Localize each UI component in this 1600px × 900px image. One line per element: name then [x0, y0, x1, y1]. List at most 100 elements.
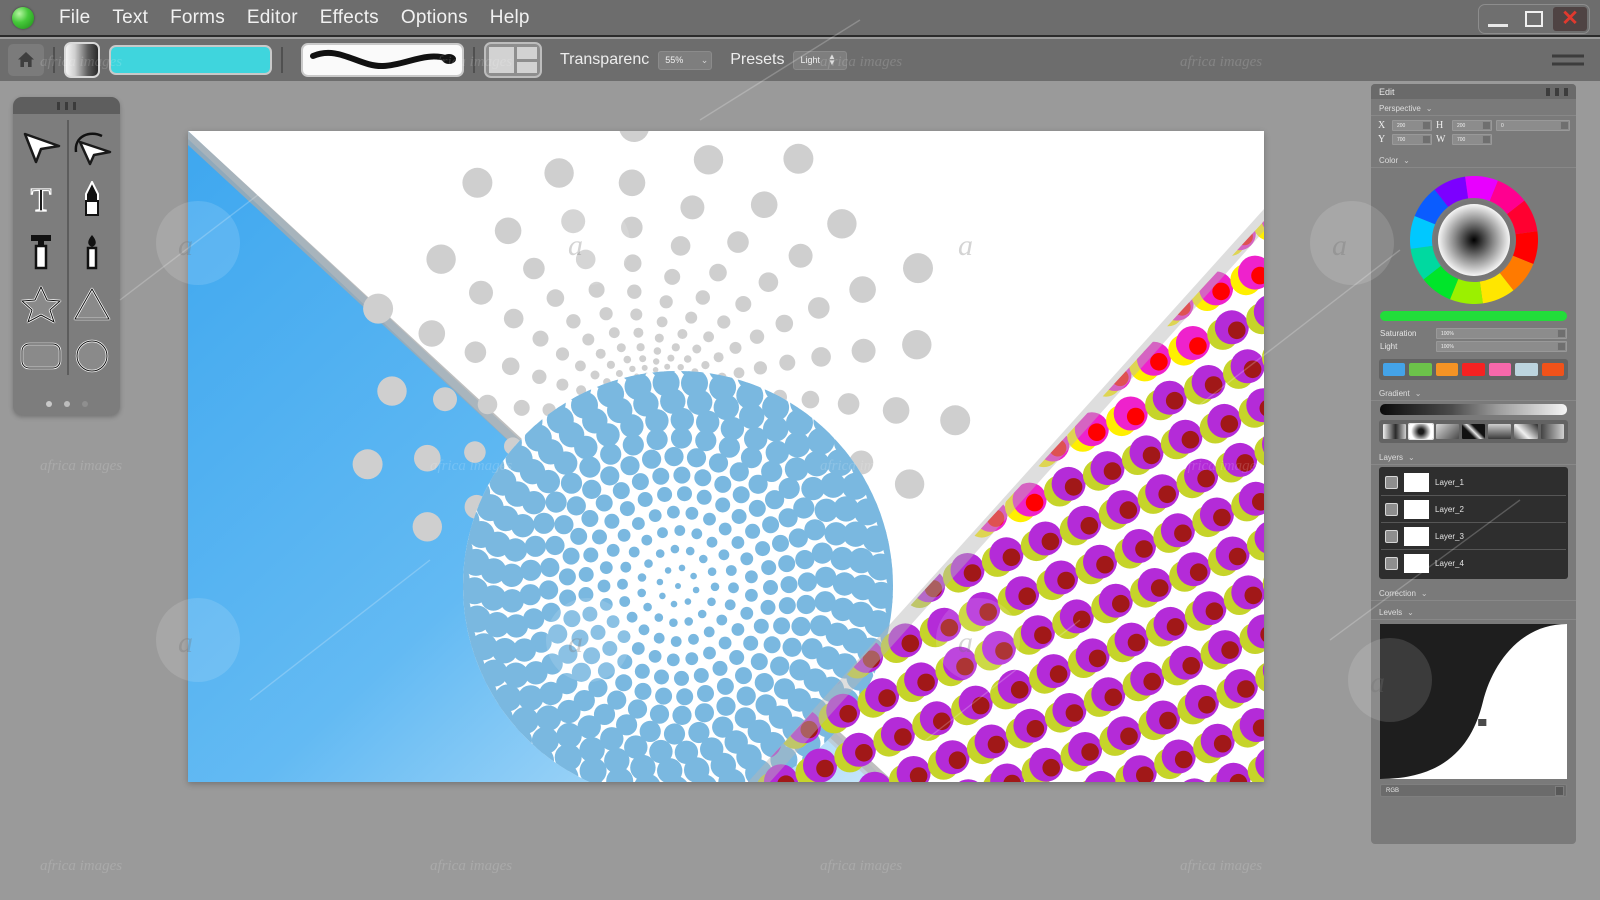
layer-row[interactable]: Layer_1	[1381, 469, 1566, 496]
gradient-presets[interactable]	[1379, 420, 1568, 443]
curve-select-tool[interactable]	[67, 122, 119, 174]
color-swatch-2[interactable]	[1435, 363, 1459, 376]
color-swatch-1[interactable]	[1409, 363, 1432, 376]
color-swatch-0[interactable]	[1383, 363, 1406, 376]
levels-curve-graph[interactable]	[1380, 624, 1567, 779]
transparency-input[interactable]: 55% ⌄	[658, 50, 713, 70]
stepper-icon[interactable]	[1557, 342, 1566, 351]
stepper-icon[interactable]	[1422, 121, 1431, 130]
menu-editor[interactable]: Editor	[236, 4, 309, 32]
section-color-label: Color	[1379, 156, 1399, 165]
minimize-button[interactable]	[1481, 7, 1515, 31]
color-swatches[interactable]	[1379, 359, 1568, 380]
home-icon[interactable]	[8, 44, 44, 76]
stepper-icon[interactable]	[1560, 121, 1569, 130]
section-gradient[interactable]: Gradient ⌄	[1371, 384, 1576, 401]
color-swatch-5[interactable]	[1515, 363, 1538, 376]
tool-palette: T	[13, 97, 120, 415]
layout-icon[interactable]	[484, 42, 542, 78]
section-perspective-label: Perspective	[1379, 104, 1421, 113]
layer-thumbnail	[1404, 526, 1429, 546]
extra-value: 0	[1501, 122, 1504, 129]
pen-tool[interactable]	[67, 174, 119, 226]
right-panel: Edit Perspective ⌄ X 200 H 200 0 Y 700 W…	[1371, 84, 1576, 844]
color-wheel[interactable]	[1371, 170, 1576, 306]
gradient-preset-2[interactable]	[1435, 424, 1459, 439]
extra-field[interactable]: 0	[1496, 120, 1570, 131]
stepper-icon[interactable]	[1482, 121, 1491, 130]
tool-grid: T	[13, 114, 120, 389]
section-levels[interactable]: Levels ⌄	[1371, 603, 1576, 620]
select-arrow-tool[interactable]	[15, 122, 67, 174]
section-layers-label: Layers	[1379, 453, 1404, 462]
gradient-preset-0[interactable]	[1383, 424, 1407, 439]
layer-name: Layer_3	[1435, 531, 1464, 541]
ellipse-tool[interactable]	[67, 330, 119, 382]
section-correction[interactable]: Correction ⌄	[1371, 584, 1576, 601]
gradient-preset-6[interactable]	[1540, 424, 1564, 439]
star-shape-tool[interactable]	[15, 278, 67, 330]
color-swatch[interactable]	[109, 45, 272, 75]
color-swatch-6[interactable]	[1541, 363, 1564, 376]
close-button[interactable]: ✕	[1553, 7, 1587, 31]
color-swatch-4[interactable]	[1488, 363, 1512, 376]
saturation-field[interactable]: 100%	[1436, 328, 1567, 339]
maximize-button[interactable]	[1517, 7, 1551, 31]
current-color-bar[interactable]	[1380, 311, 1567, 321]
rounded-rect-tool[interactable]	[15, 330, 67, 382]
layer-visibility-toggle[interactable]	[1385, 529, 1398, 543]
menu-file[interactable]: File	[48, 4, 101, 32]
section-perspective[interactable]: Perspective ⌄	[1371, 99, 1576, 116]
gradient-preset-3[interactable]	[1461, 424, 1486, 439]
chevron-down-icon: ⌄	[1408, 453, 1415, 462]
stepper-icon[interactable]	[1555, 785, 1564, 796]
menu-help[interactable]: Help	[479, 4, 541, 32]
drag-handle[interactable]	[13, 97, 120, 114]
saturation-row: Saturation 100%	[1371, 327, 1576, 340]
layer-row[interactable]: Layer_3	[1381, 523, 1566, 550]
app-logo-icon[interactable]	[6, 1, 40, 35]
color-swatch-3[interactable]	[1462, 363, 1485, 376]
layer-row[interactable]: Layer_2	[1381, 496, 1566, 523]
menu-forms[interactable]: Forms	[159, 4, 236, 32]
hamburger-menu-icon[interactable]	[1552, 50, 1584, 71]
gradient-preset-4[interactable]	[1488, 424, 1512, 439]
x-field[interactable]: 200	[1392, 120, 1432, 131]
main-toolbar: Transparenc 55% ⌄ Presets Light ▲ ▼	[0, 39, 1600, 81]
palette-page-dots[interactable]	[13, 401, 120, 407]
presets-input[interactable]: Light ▲ ▼	[793, 50, 848, 70]
section-color[interactable]: Color ⌄	[1371, 151, 1576, 168]
section-layers[interactable]: Layers ⌄	[1371, 448, 1576, 465]
brush-preview[interactable]	[301, 43, 464, 77]
gradient-preset-1[interactable]	[1408, 423, 1434, 440]
menu-options[interactable]: Options	[390, 4, 479, 32]
layer-row[interactable]: Layer_4	[1381, 550, 1566, 577]
gradient-swatch[interactable]	[64, 42, 100, 78]
stepper-icon[interactable]	[1557, 329, 1566, 338]
light-field[interactable]: 100%	[1436, 341, 1567, 352]
layer-visibility-toggle[interactable]	[1385, 475, 1398, 489]
eyedropper-tool[interactable]	[15, 226, 67, 278]
toolbar-separator-1	[53, 47, 55, 73]
h-field[interactable]: 200	[1452, 120, 1492, 131]
levels-channel-select[interactable]: RGB	[1380, 784, 1567, 797]
gradient-bar[interactable]	[1380, 404, 1567, 415]
menu-text[interactable]: Text	[101, 4, 159, 32]
triangle-shape-tool[interactable]	[67, 278, 119, 330]
svg-text:a: a	[1332, 229, 1347, 262]
y-field[interactable]: 700	[1392, 134, 1432, 145]
brush-tool[interactable]	[67, 226, 119, 278]
w-field[interactable]: 700	[1452, 134, 1492, 145]
layer-visibility-toggle[interactable]	[1385, 502, 1398, 516]
layer-thumbnail	[1404, 499, 1429, 519]
artwork-canvas[interactable]	[188, 131, 1264, 782]
panel-title-bar[interactable]: Edit	[1371, 84, 1576, 99]
text-tool[interactable]: T	[15, 174, 67, 226]
gradient-preset-5[interactable]	[1514, 424, 1538, 439]
x-value: 200	[1397, 122, 1406, 129]
stepper-icon[interactable]	[1422, 135, 1431, 144]
layer-visibility-toggle[interactable]	[1385, 557, 1398, 570]
light-label: Light	[1380, 342, 1398, 351]
menu-effects[interactable]: Effects	[309, 4, 390, 32]
stepper-icon[interactable]	[1482, 135, 1491, 144]
